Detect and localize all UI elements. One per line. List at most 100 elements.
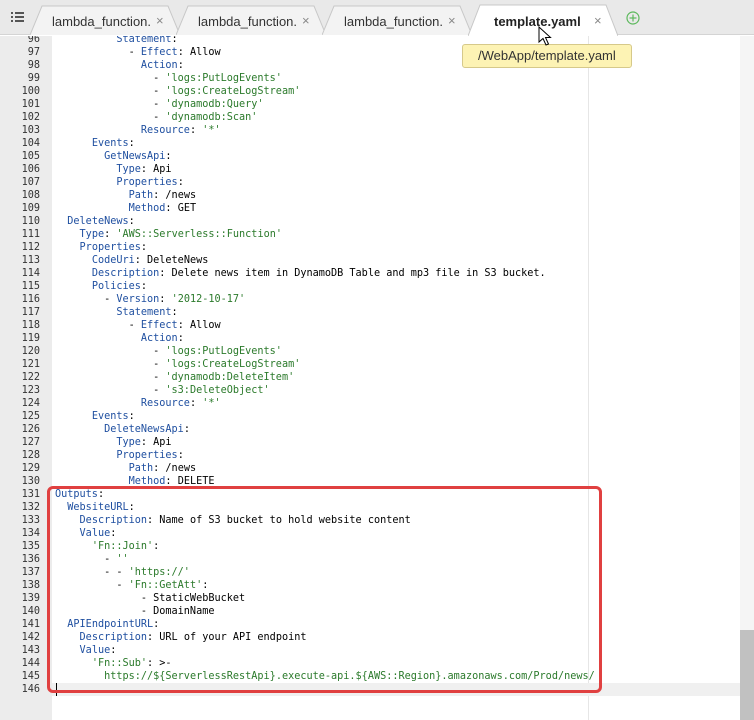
line-number: 146 xyxy=(21,684,40,695)
code-line[interactable]: Path: /news xyxy=(55,462,196,475)
code-line[interactable]: Type: Api xyxy=(55,436,171,449)
scrollbar-thumb[interactable] xyxy=(740,630,754,720)
code-line[interactable]: - 'logs:CreateLogStream' xyxy=(55,358,300,371)
line-number: 117 xyxy=(21,307,40,318)
close-icon[interactable]: × xyxy=(302,13,310,28)
line-number: 131 xyxy=(21,489,40,500)
yaml-key: DeleteNewsApi xyxy=(104,424,184,435)
code-line[interactable]: - 'dynamodb:DeleteItem' xyxy=(55,371,294,384)
code-line[interactable]: Events: xyxy=(55,410,135,423)
code-line[interactable]: CodeUri: DeleteNews xyxy=(55,254,209,267)
close-icon[interactable]: × xyxy=(448,13,456,28)
code-line[interactable]: Resource: '*' xyxy=(55,397,221,410)
line-number: 97 xyxy=(27,47,40,58)
code-text: : xyxy=(171,307,178,318)
code-line[interactable]: Type: Api xyxy=(55,163,172,176)
tab-lambda-function-3[interactable]: lambda_function. × xyxy=(322,5,472,35)
yaml-string: 's3:DeleteObject' xyxy=(165,385,270,396)
code-text: : Delete news item in DynamoDB Table and… xyxy=(159,268,546,279)
code-line[interactable]: - 'logs:PutLogEvents' xyxy=(55,72,282,85)
add-tab-icon[interactable] xyxy=(626,11,640,25)
yaml-key: Version xyxy=(116,294,160,305)
code-text: - xyxy=(55,47,141,58)
yaml-string: '2012-10-17' xyxy=(171,294,246,305)
code-line[interactable]: Resource: '*' xyxy=(55,124,221,137)
tab-lambda-function-1[interactable]: lambda_function. × xyxy=(30,5,180,35)
line-number: 96 xyxy=(27,36,40,45)
code-line[interactable]: - 'dynamodb:Query' xyxy=(55,98,264,111)
line-number: 103 xyxy=(21,125,40,136)
code-text: - xyxy=(55,73,166,84)
code-line[interactable]: Properties: xyxy=(55,449,183,462)
code-line[interactable]: Properties: xyxy=(55,241,147,254)
code-line[interactable]: - 's3:DeleteObject' xyxy=(55,384,270,397)
code-line[interactable]: - Effect: Allow xyxy=(55,319,221,332)
yaml-key: DeleteNews xyxy=(67,216,129,227)
line-number-gutter: 96 97 98 99 100 101 102 103 104 105 106 107 108 109 11… xyxy=(0,36,52,720)
close-icon[interactable]: × xyxy=(156,13,164,28)
line-number: 101 xyxy=(21,99,40,110)
code-line[interactable]: DeleteNewsApi: xyxy=(55,423,190,436)
tab-lambda-function-2[interactable]: lambda_function. × xyxy=(176,5,326,35)
code-line[interactable]: - 'logs:CreateLogStream' xyxy=(55,85,300,98)
close-icon[interactable]: × xyxy=(594,13,602,28)
code-text: : DeleteNews xyxy=(134,255,209,266)
code-line[interactable]: Statement: xyxy=(55,306,178,319)
yaml-key: GetNewsApi xyxy=(104,151,166,162)
code-line[interactable]: - Effect: Allow xyxy=(55,46,221,59)
code-line[interactable]: - 'logs:PutLogEvents' xyxy=(55,345,282,358)
code-text: : xyxy=(140,281,148,292)
code-line[interactable]: DeleteNews: xyxy=(55,215,134,228)
code-text: : xyxy=(128,411,135,422)
code-line[interactable]: Policies: xyxy=(55,280,147,293)
code-line[interactable]: Events: xyxy=(55,137,135,150)
line-number: 110 xyxy=(21,216,40,227)
code-line[interactable]: - 'dynamodb:Scan' xyxy=(55,111,257,124)
yaml-string: 'logs:CreateLogStream' xyxy=(165,86,301,97)
line-number: 140 xyxy=(21,606,40,617)
code-line[interactable]: Description: Delete news item in DynamoD… xyxy=(55,267,546,280)
vertical-scrollbar[interactable] xyxy=(740,36,754,720)
code-line[interactable]: Statement: xyxy=(55,36,177,46)
tab-label: lambda_function. xyxy=(198,14,298,29)
code-line[interactable]: Action: xyxy=(55,59,184,72)
yaml-string: 'dynamodb:Query' xyxy=(165,99,264,110)
code-line[interactable]: Path: /news xyxy=(55,189,196,202)
code-line[interactable]: - Version: '2012-10-17' xyxy=(55,293,245,306)
line-number: 126 xyxy=(21,424,40,435)
line-number: 134 xyxy=(21,528,40,539)
code-text: : Api xyxy=(140,164,172,175)
yaml-key: Resource xyxy=(140,398,190,409)
code-text: - xyxy=(55,385,166,396)
code-text: : xyxy=(140,242,148,253)
yaml-key: Effect xyxy=(140,47,178,58)
line-number: 138 xyxy=(21,580,40,591)
code-text: : xyxy=(177,60,184,71)
line-number: 118 xyxy=(21,320,40,331)
line-number: 102 xyxy=(21,112,40,123)
code-line[interactable]: Method: GET xyxy=(55,202,196,215)
line-number: 132 xyxy=(21,502,40,513)
yaml-key: Policies xyxy=(91,281,141,292)
line-number: 144 xyxy=(21,658,40,669)
tab-menu-icon[interactable] xyxy=(8,8,26,26)
code-text: : xyxy=(159,294,172,305)
yaml-key: Action xyxy=(140,60,178,71)
line-number: 99 xyxy=(27,73,40,84)
code-line[interactable]: GetNewsApi: xyxy=(55,150,171,163)
line-number: 114 xyxy=(21,268,40,279)
line-number: 137 xyxy=(21,567,40,578)
code-line[interactable]: Type: 'AWS::Serverless::Function' xyxy=(55,228,282,241)
code-line[interactable]: Properties: xyxy=(55,176,183,189)
code-line[interactable]: Action: xyxy=(55,332,184,345)
yaml-string: 'AWS::Serverless::Function' xyxy=(116,229,282,240)
